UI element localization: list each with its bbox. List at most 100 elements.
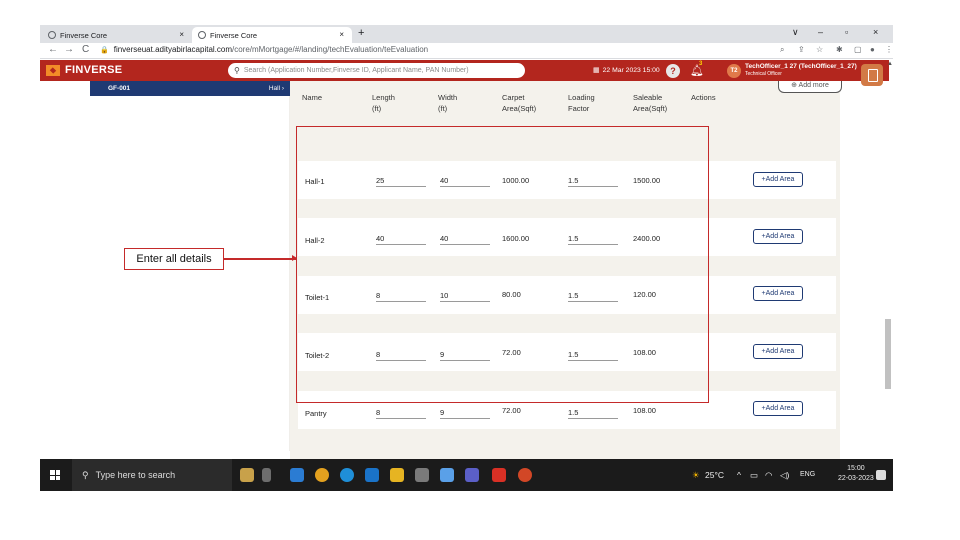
profile-icon[interactable]: ● (870, 45, 875, 54)
forward-button[interactable]: → (64, 44, 74, 55)
internet-explorer-icon[interactable] (365, 468, 379, 482)
finverse-logo-icon (46, 65, 60, 76)
clock-date: 22-03-2023 (838, 475, 874, 482)
add-area-button[interactable]: +Add Area (753, 286, 803, 301)
weather-temp[interactable]: 25°C (705, 470, 724, 480)
datetime-text: 22 Mar 2023 15:00 (602, 66, 660, 74)
add-area-button[interactable]: +Add Area (753, 401, 803, 416)
close-tab-icon[interactable]: × (339, 30, 344, 39)
document-side-icon[interactable] (861, 64, 883, 86)
close-window-button[interactable]: × (873, 27, 878, 37)
browser-tab-bar: Finverse Core × Finverse Core × + ∨ – ▫ … (40, 25, 893, 43)
screenshot: Finverse Core × Finverse Core × + ∨ – ▫ … (40, 25, 893, 491)
annotation-arrow (224, 255, 297, 261)
back-button[interactable]: ← (48, 44, 58, 55)
floor-room-label: Hall › (268, 85, 284, 92)
browser-tab-active[interactable]: Finverse Core × (192, 27, 352, 43)
snipping-tool-icon[interactable] (440, 468, 454, 482)
annotation-callout: Enter all details (124, 248, 224, 270)
add-area-button[interactable]: +Add Area (753, 172, 803, 187)
scrollbar-thumb[interactable] (885, 319, 891, 389)
length-input[interactable]: 8 (376, 408, 426, 419)
search-icon: ⚲ (234, 66, 240, 75)
tray-expand-icon[interactable]: ^ (737, 470, 741, 480)
notification-center-icon[interactable] (876, 470, 886, 480)
taskbar-weather-app-icon[interactable] (240, 468, 254, 482)
language-indicator[interactable]: ENG (800, 471, 815, 478)
maximize-button[interactable]: ▫ (845, 27, 848, 37)
task-view-icon[interactable] (262, 468, 271, 482)
add-area-button[interactable]: +Add Area (753, 344, 803, 359)
column-header-width: Width (ft) (438, 93, 458, 113)
windows-start-icon[interactable] (50, 470, 60, 480)
carpet-area-value: 72.00 (502, 406, 521, 415)
reload-button[interactable]: C (82, 44, 89, 55)
globe-icon (48, 31, 56, 39)
outlook-icon[interactable] (290, 468, 304, 482)
new-tab-button[interactable]: + (358, 27, 364, 39)
app-logo-text[interactable]: FINVERSE (65, 64, 122, 76)
app-header: FINVERSE ⚲ Search (Application Number,Fi… (40, 60, 889, 81)
chrome-icon[interactable] (315, 468, 329, 482)
menu-icon[interactable]: ⋮ (885, 45, 893, 54)
column-header-carpet-area: Carpet Area(Sqft) (502, 93, 537, 113)
acrobat-icon[interactable] (492, 468, 506, 482)
tab-title: Finverse Core (210, 30, 258, 40)
browser-tab[interactable]: Finverse Core × (42, 27, 192, 43)
vertical-scrollbar[interactable] (885, 55, 891, 438)
global-search-input[interactable]: ⚲ Search (Application Number,Finverse ID… (228, 63, 525, 78)
column-header-length: Length (ft) (372, 93, 395, 113)
column-header-actions: Actions (691, 93, 716, 102)
address-bar: ← → C 🔒 finverseuat.adityabirlacapital.c… (40, 43, 893, 59)
saleable-area-value: 108.00 (633, 406, 656, 415)
user-info[interactable]: TechOfficer_1 27 (TechOfficer_1_27) Tech… (745, 63, 857, 77)
extensions-icon[interactable]: ✱ (836, 45, 843, 54)
edge-icon[interactable] (340, 468, 354, 482)
close-tab-icon[interactable]: × (179, 30, 184, 39)
url-path: /core/mMortgage/#/landing/techEvaluation… (232, 45, 429, 54)
teams-icon[interactable] (465, 468, 479, 482)
wifi-icon[interactable]: ◠ (765, 470, 772, 481)
bookmark-star-icon[interactable]: ☆ (816, 45, 823, 54)
lock-icon: 🔒 (100, 46, 109, 54)
tab-search-icon[interactable]: ∨ (792, 27, 799, 38)
user-name: TechOfficer_1 27 (TechOfficer_1_27) (745, 63, 857, 70)
zoom-icon[interactable]: ⌕ (780, 45, 784, 55)
clock-time: 15:00 (847, 465, 865, 472)
network-icon[interactable]: ▭ (750, 470, 758, 481)
taskbar-search-input[interactable]: ⚲ Type here to search (72, 459, 232, 491)
floor-code: GF-001 (108, 85, 131, 92)
windows-taskbar: ⚲ Type here to search ☀ 25°C ^ ▭ ◠ ◁) EN… (40, 459, 893, 491)
calculator-icon[interactable] (415, 468, 429, 482)
search-placeholder: Search (Application Number,Finverse ID, … (243, 67, 469, 74)
column-header-name: Name (302, 93, 323, 102)
taskbar-clock[interactable]: 15:00 22-03-2023 (838, 464, 874, 484)
taskbar-search-placeholder: Type here to search (95, 470, 176, 480)
share-icon[interactable]: ⇪ (798, 45, 805, 54)
highlight-box (296, 126, 709, 403)
tab-title: Finverse Core (60, 30, 108, 40)
minimize-button[interactable]: – (818, 27, 823, 37)
floor-item-selected[interactable]: GF-001 Hall › (90, 81, 290, 96)
calendar-icon: ▦ (593, 67, 600, 74)
column-header-loading-factor: Loading Factor (568, 93, 595, 113)
sidebar-icon[interactable]: ▢ (854, 45, 862, 54)
add-area-button[interactable]: +Add Area (753, 229, 803, 244)
search-icon: ⚲ (82, 469, 89, 480)
notification-count: 3 (699, 61, 703, 67)
powerpoint-icon[interactable] (518, 468, 532, 482)
user-role: Technical Officer (745, 71, 782, 77)
add-more-button[interactable]: ⊕ Add more (778, 81, 842, 93)
volume-icon[interactable]: ◁) (780, 470, 789, 481)
file-explorer-icon[interactable] (390, 468, 404, 482)
weather-icon[interactable]: ☀ (692, 470, 700, 481)
globe-icon (198, 31, 206, 39)
avatar[interactable]: T2 (727, 64, 741, 78)
help-icon[interactable]: ? (666, 64, 680, 78)
row-name: Pantry (305, 409, 327, 418)
current-datetime: ▦ 22 Mar 2023 15:00 (593, 66, 660, 75)
column-header-saleable-area: Saleable Area(Sqft) (633, 93, 668, 113)
loading-factor-input[interactable]: 1.5 (568, 408, 618, 419)
url-field[interactable]: 🔒 finverseuat.adityabirlacapital.com /co… (100, 45, 428, 54)
width-input[interactable]: 9 (440, 408, 490, 419)
